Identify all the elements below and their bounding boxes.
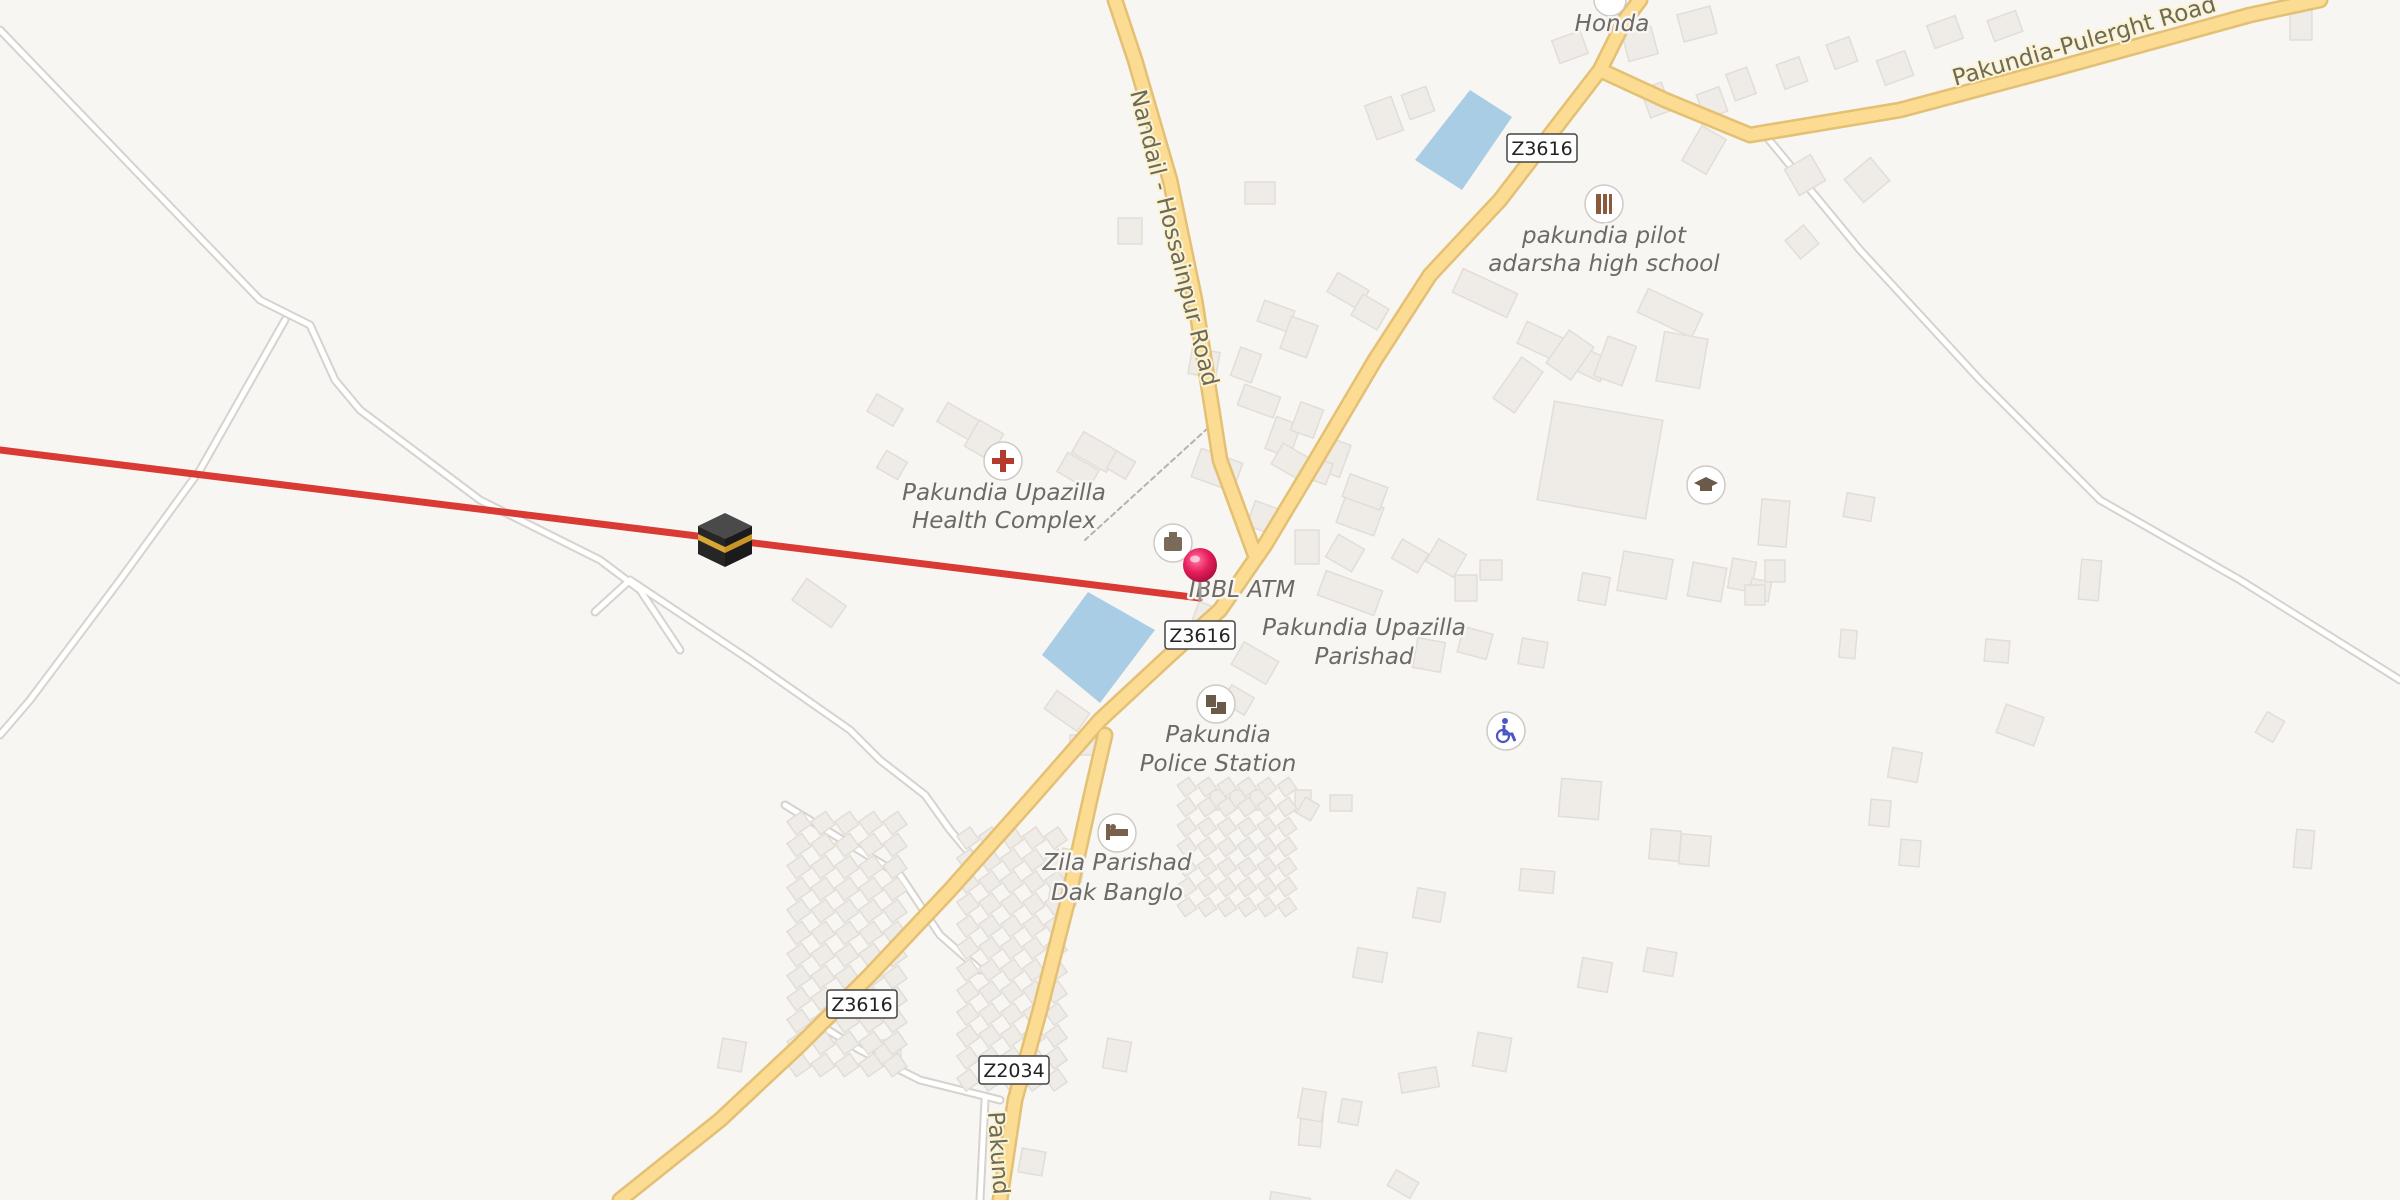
building [1518,867,1556,895]
building [1479,559,1503,581]
building [1677,832,1713,868]
building [1296,1087,1328,1123]
road-shield[interactable]: Z3616 [1164,620,1236,650]
building [1101,1037,1133,1073]
poi-label: Pakundia Upazilla [902,480,1106,506]
poi-label: Zila Parishad [1041,850,1191,876]
building [1329,794,1353,812]
building [1517,637,1549,669]
school-icon [1584,184,1624,224]
building [1017,1147,1047,1177]
building [1764,559,1786,583]
building [2077,558,2103,602]
building [1983,638,2011,664]
building [1868,798,1892,828]
building [1757,498,1791,548]
building [1576,571,1612,607]
poi-label: Police Station [1140,751,1297,777]
road-shield-label: Z2034 [983,1060,1044,1082]
building [1337,1097,1363,1127]
poi-label: Dak Banglo [1051,880,1183,906]
poi-label: Pakundia [1165,722,1271,748]
building [1837,628,1859,660]
road-shield[interactable]: Z2034 [978,1055,1050,1085]
building [1647,827,1683,863]
building [1557,777,1603,821]
poi-label: Pakundia Upazilla [1262,615,1466,641]
building [1244,181,1276,205]
building [1351,946,1389,984]
building [1655,330,1709,390]
road-shield[interactable]: Z3616 [826,989,898,1019]
police-icon [1196,684,1236,724]
building [1616,550,1674,600]
building [1117,217,1143,245]
building [1898,838,1922,868]
building [2289,9,2313,41]
building [716,1037,748,1073]
building [1886,746,1924,784]
building [1536,400,1664,520]
graduation-cap-icon[interactable] [1686,465,1726,505]
poi-label: Health Complex [912,508,1097,534]
building [1471,1031,1513,1073]
road-shield-label: Z3616 [1511,138,1572,160]
building [2292,828,2316,870]
poi-label: Parishad [1314,644,1413,670]
road-shield[interactable]: Z3616 [1506,133,1578,163]
building [1642,946,1678,978]
building [1454,574,1478,602]
poi-label: adarsha high school [1488,251,1720,277]
building [1842,491,1876,523]
road-shield-label: Z3616 [831,994,892,1016]
road-shield-label: Z3616 [1169,625,1230,647]
building [1294,529,1320,565]
building [1411,886,1447,924]
hospital-cross-icon [983,441,1023,481]
map-canvas[interactable]: Nandail - Hossainpur Road Pakundia-Puler… [0,0,2400,1200]
building [1686,561,1728,603]
poi-label: pakundia pilot [1521,223,1687,249]
bed-icon [1097,813,1137,853]
building [1576,956,1614,994]
building [1744,584,1766,606]
wheelchair-icon[interactable] [1486,711,1526,751]
poi-label: Honda [1575,11,1650,37]
building [1411,636,1447,674]
